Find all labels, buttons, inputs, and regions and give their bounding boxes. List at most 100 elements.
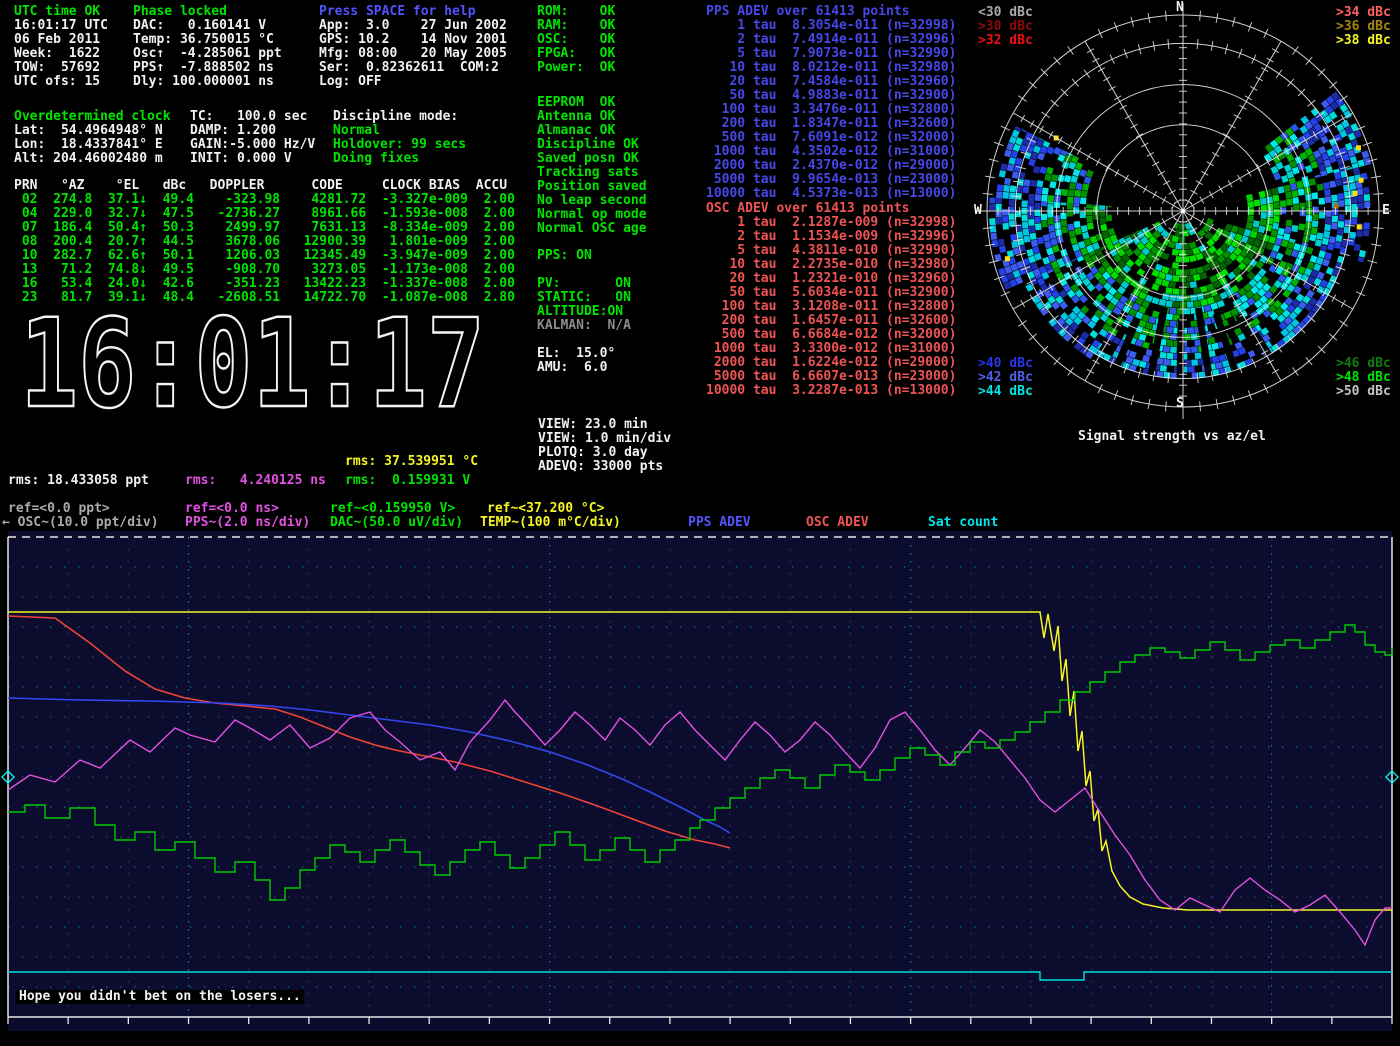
- ref-temp: ref~<37.200 °C>: [487, 502, 604, 516]
- text-line: Saved posn OK: [537, 152, 647, 166]
- text-line: EEPROM OK: [537, 96, 647, 110]
- strip-chart[interactable]: [0, 531, 1400, 1046]
- text-line: >38 dBc: [1336, 34, 1391, 48]
- osc-adev-table: OSC ADEV over 61413 points 1 tau 2.1287e…: [706, 202, 956, 398]
- text-line: 10000 tau 4.5373e-013 (n=13000): [706, 187, 956, 201]
- text-line: rms: 0.159931 V: [345, 474, 470, 488]
- text-line: >44 dBc: [978, 385, 1033, 399]
- text-line: AMU: 6.0: [537, 361, 615, 375]
- text-line: Tracking sats: [537, 166, 647, 180]
- text-line: Press SPACE for help: [319, 5, 507, 19]
- text-line: Normal OSC age: [537, 222, 647, 236]
- trace-label-osc-adev[interactable]: OSC ADEV: [806, 516, 869, 530]
- text-line: 1000 tau 4.3502e-012 (n=31000): [706, 145, 956, 159]
- text-line: Almanac OK: [537, 124, 647, 138]
- text-line: 1 tau 8.3054e-011 (n=32998): [706, 19, 956, 33]
- text-line: Discipline mode:: [333, 110, 466, 124]
- position-block: Overdetermined clockLat: 54.4964948° NLo…: [14, 110, 171, 166]
- dbc-legend-top-right: >34 dBc>36 dBc>38 dBc: [1336, 6, 1391, 48]
- text-line: ← OSC~(10.0 ppt/div): [2, 516, 159, 530]
- text-line: 13 71.2 74.8↓ 49.5 -908.70 3273.05 -1.17…: [14, 263, 515, 277]
- text-line: GAIN:-5.000 Hz/V: [190, 138, 315, 152]
- compass-east: E: [1382, 204, 1390, 218]
- text-line: PPS↑ -7.888502 ns: [133, 61, 282, 75]
- text-line: KALMAN: N/A: [537, 319, 631, 333]
- text-line: Normal op mode: [537, 208, 647, 222]
- compass-north: N: [1176, 1, 1184, 15]
- compass-south: S: [1176, 397, 1184, 411]
- text-line: Alt: 204.46002480 m: [14, 152, 171, 166]
- text-line: DAC~(50.0 uV/div): [330, 516, 463, 530]
- text-line: UTC ofs: 15: [14, 75, 108, 89]
- text-line: Lon: 18.4337841° E: [14, 138, 171, 152]
- text-line: >36 dBc: [1336, 20, 1391, 34]
- text-line: ADEVQ: 33000 pts: [538, 460, 671, 474]
- text-line: VIEW: 23.0 min: [538, 418, 671, 432]
- trace-label-pps-adev[interactable]: PPS ADEV: [688, 516, 751, 530]
- text-line: ROM: OK: [537, 5, 615, 19]
- text-line: 5000 tau 6.6607e-013 (n=23000): [706, 370, 956, 384]
- sat-table-rows: 02 274.8 37.1↓ 49.4 -323.98 4281.72 -3.3…: [14, 193, 515, 305]
- text-line: 50 tau 4.9883e-011 (n=32900): [706, 89, 956, 103]
- ref-osc: ref=<0.0 ppt>: [8, 502, 110, 516]
- text-line: 1000 tau 3.3300e-012 (n=31000): [706, 342, 956, 356]
- text-line: PPS~(2.0 ns/div): [185, 516, 310, 530]
- text-line: 10 282.7 62.6↑ 50.1 1206.03 12345.49 -3.…: [14, 249, 515, 263]
- text-line: PPS ADEV: [688, 516, 751, 530]
- text-line: Overdetermined clock: [14, 110, 171, 124]
- text-line: STATIC: ON: [537, 291, 631, 305]
- filter-state-block: PV: ONSTATIC: ONALTITUDE:ONKALMAN: N/A: [537, 277, 631, 333]
- text-line: >50 dBc: [1336, 385, 1391, 399]
- text-line: GPS: 10.2 14 Nov 2001: [319, 33, 507, 47]
- trace-label-osc[interactable]: ← OSC~(10.0 ppt/div): [2, 516, 159, 530]
- text-line: TOW: 57692: [14, 61, 108, 75]
- text-line: 100 tau 3.1208e-011 (n=32800): [706, 300, 956, 314]
- text-line: Discipline OK: [537, 138, 647, 152]
- text-line: 04 229.0 32.7↓ 47.5 -2736.27 8961.66 -1.…: [14, 207, 515, 221]
- text-line: ref=<0.0 ppt>: [8, 502, 110, 516]
- big-clock-digits: 16:01:17: [20, 296, 485, 421]
- text-line: EL: 15.0°: [537, 347, 615, 361]
- rms-pps: rms: 4.240125 ns: [185, 474, 326, 488]
- text-line: 06 Feb 2011: [14, 33, 108, 47]
- text-line: OSC ADEV over 61413 points: [706, 202, 956, 216]
- text-line: 2000 tau 2.4370e-012 (n=29000): [706, 159, 956, 173]
- text-line: Week: 1622: [14, 47, 108, 61]
- text-line: 500 tau 7.6091e-012 (n=32000): [706, 131, 956, 145]
- gpsdo-monitor-screen: UTC time OK16:01:17 UTC06 Feb 2011Week: …: [0, 0, 1400, 1046]
- help-version-block[interactable]: Press SPACE for helpApp: 3.0 27 Jun 2002…: [319, 5, 507, 89]
- dbc-legend-bottom-left: >40 dBc>42 dBc>44 dBc: [978, 357, 1033, 399]
- text-line: 500 tau 6.6684e-012 (n=32000): [706, 328, 956, 342]
- text-line: No leap second: [537, 194, 647, 208]
- trace-label-sat-count[interactable]: Sat count: [928, 516, 998, 530]
- text-line: TEMP~(100 m°C/div): [480, 516, 621, 530]
- discipline-block: Discipline mode:NormalHoldover: 99 secsD…: [333, 110, 466, 166]
- text-line: Temp: 36.750015 °C: [133, 33, 282, 47]
- text-line: 200 tau 1.8347e-011 (n=32600): [706, 117, 956, 131]
- text-line: FPGA: OK: [537, 47, 615, 61]
- big-clock: 16:01:17: [10, 296, 510, 421]
- text-line: PLOTQ: 3.0 day: [538, 446, 671, 460]
- status-message: Hope you didn't bet on the losers...: [16, 990, 304, 1004]
- text-line: 02 274.8 37.1↓ 49.4 -323.98 4281.72 -3.3…: [14, 193, 515, 207]
- text-line: rms: 4.240125 ns: [185, 474, 326, 488]
- dbc-legend-bottom-right: >46 dBc>48 dBc>50 dBc: [1336, 357, 1391, 399]
- text-line: >40 dBc: [978, 357, 1033, 371]
- text-line: ref=<0.0 ns>: [185, 502, 279, 516]
- text-line: Holdover: 99 secs: [333, 138, 466, 152]
- view-queue-block: VIEW: 23.0 minVIEW: 1.0 min/divPLOTQ: 3.…: [538, 418, 671, 474]
- text-line: rms: 37.539951 °C: [345, 455, 478, 469]
- el-amu-block: EL: 15.0°AMU: 6.0: [537, 347, 615, 375]
- trace-label-dac[interactable]: DAC~(50.0 uV/div): [330, 516, 463, 530]
- text-line: Lat: 54.4964948° N: [14, 124, 171, 138]
- text-line: ref~<37.200 °C>: [487, 502, 604, 516]
- text-line: >48 dBc: [1336, 371, 1391, 385]
- text-line: 10 tau 2.2735e-010 (n=32980): [706, 258, 956, 272]
- trace-label-temp[interactable]: TEMP~(100 m°C/div): [480, 516, 621, 530]
- phase-lock-block: Phase lockedDAC: 0.160141 VTemp: 36.7500…: [133, 5, 282, 89]
- text-line: rms: 18.433058 ppt: [8, 474, 149, 488]
- text-line: ALTITUDE:ON: [537, 305, 631, 319]
- trace-label-pps[interactable]: PPS~(2.0 ns/div): [185, 516, 310, 530]
- ref-dac: ref~<0.159950 V>: [330, 502, 455, 516]
- utc-time-block: UTC time OK16:01:17 UTC06 Feb 2011Week: …: [14, 5, 108, 89]
